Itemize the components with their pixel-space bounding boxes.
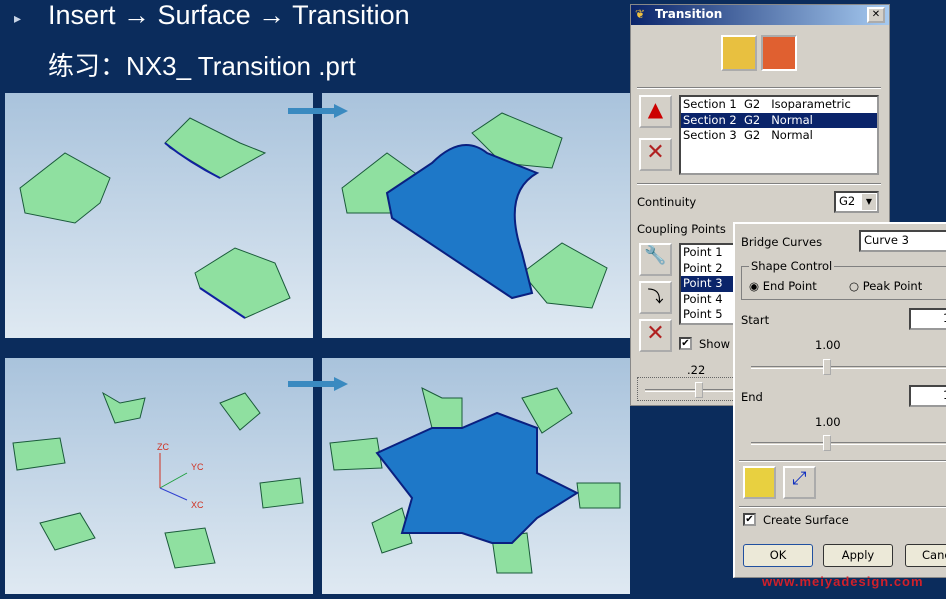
show-checkbox[interactable]: ✔ [679,337,692,350]
peak-point-radio[interactable]: ○ Peak Point [849,279,922,293]
end-slider-value: 1.00 [815,415,841,429]
reverse-direction-icon[interactable]: ⤢ [783,466,816,499]
end-field[interactable]: 1. [909,385,946,407]
dialog-title: Transition [655,7,723,21]
arrow-right-icon [288,104,348,118]
list-item[interactable]: Point 1 [681,245,737,261]
coupling-slider[interactable] [645,382,735,398]
section-list[interactable]: Section 1 G2 Isoparametric Section 2 G2 … [679,95,879,175]
start-field[interactable]: 1. [909,308,946,330]
end-point-radio[interactable]: ◉ End Point [749,279,817,293]
arrow-right-icon [288,377,348,391]
chevron-down-icon: ▼ [862,194,876,210]
wrench-icon[interactable]: 🔧 [639,243,672,276]
list-item[interactable]: Point 2 [681,261,737,277]
point-list[interactable]: Point 1 Point 2 Point 3 Point 4 Point 5 [679,243,739,325]
delete-point-button[interactable]: ✕ [639,319,672,352]
transition-type-icon-1[interactable] [721,35,757,71]
list-item[interactable]: Point 5 [681,307,737,323]
continuity-select[interactable]: G2 ▼ [834,191,879,213]
move-up-button[interactable]: ▲ [639,95,672,128]
end-label: End [741,390,763,404]
cancel-button[interactable]: Canc [905,544,946,567]
ok-button[interactable]: OK [743,544,813,567]
list-item[interactable]: Point 4 [681,292,737,308]
viewport-sections-3 [5,93,313,338]
delete-section-button[interactable]: ✕ [639,138,672,171]
start-slider-value: 1.00 [815,338,841,352]
viewport-transition-3 [322,93,630,338]
curve-point-icon[interactable]: ⤵ [639,281,672,314]
list-item[interactable]: Section 1 G2 Isoparametric [681,97,877,113]
title-bar: Transition ❦ ✕ [631,5,889,25]
axis-xc: XC [191,500,204,510]
app-icon: ❦ [635,7,646,21]
show-label: Show [699,337,731,351]
slide-subtitle: 练习：NX3_ Transition .prt [48,51,356,81]
slider-value: .22 [687,363,706,377]
coupling-points-label: Coupling Points [637,222,726,236]
list-item[interactable]: Section 3 G2 Normal [681,128,877,144]
end-slider[interactable] [751,435,946,451]
continuity-label: Continuity [637,195,697,209]
list-item[interactable]: Point 3 [681,276,737,292]
surface-preview-icon[interactable] [743,466,776,499]
viewport-sections-6: ZC YC XC [5,358,313,594]
viewport-transition-6 [322,358,630,594]
bridge-curves-panel: Bridge Curves Curve 3 Shape Control ◉ En… [733,222,946,578]
create-surface-label: Create Surface [763,513,849,527]
bullet-icon: ▸ [14,10,22,26]
bridge-curves-label: Bridge Curves [741,235,823,249]
shape-control-label: Shape Control [749,259,835,273]
apply-button[interactable]: Apply [823,544,893,567]
slide-title: Insert → Surface → Transition [48,0,410,30]
axis-yc: YC [191,462,204,472]
close-button[interactable]: ✕ [867,7,885,23]
axis-zc: ZC [157,442,169,452]
create-surface-checkbox[interactable]: ✔ [743,513,756,526]
start-slider[interactable] [751,359,946,375]
transition-type-icon-2[interactable] [761,35,797,71]
start-label: Start [741,313,770,327]
watermark: www.meiyadesign.com [762,574,924,589]
bridge-curves-field[interactable]: Curve 3 [859,230,946,252]
list-item[interactable]: Section 2 G2 Normal [681,112,877,128]
